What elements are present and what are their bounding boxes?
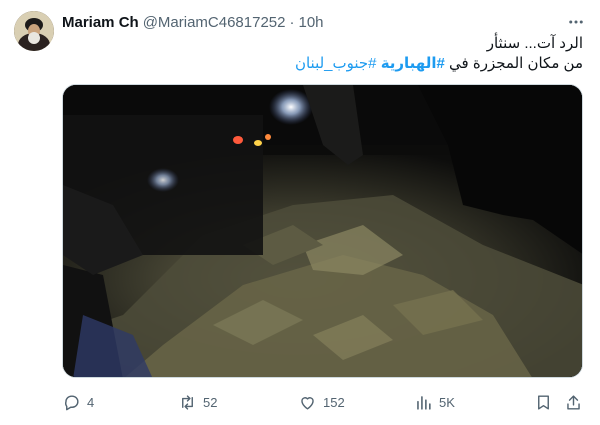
like-icon bbox=[301, 396, 314, 410]
reply-count: 4 bbox=[87, 394, 95, 410]
hashtag-link-2[interactable]: #جنوب_لبنان bbox=[295, 55, 377, 72]
timestamp[interactable]: 10h bbox=[299, 14, 324, 31]
separator-dot: · bbox=[289, 13, 295, 31]
views-button[interactable]: 5K bbox=[414, 390, 455, 414]
reply-icon bbox=[65, 394, 79, 410]
tweet-media-image[interactable] bbox=[62, 84, 583, 378]
hashtag-link-1[interactable]: #الهبارية bbox=[381, 55, 445, 72]
tweet-header: Mariam Ch @MariamC46817252 · 10h bbox=[62, 12, 324, 32]
like-count: 152 bbox=[323, 394, 345, 410]
tweet-text-line-2: من مكان المجزرة في #الهبارية #جنوب_لبنان bbox=[83, 54, 583, 74]
tweet-text-prefix: من مكان المجزرة في bbox=[444, 55, 583, 72]
retweet-icon bbox=[182, 394, 193, 410]
views-count: 5K bbox=[439, 394, 455, 410]
retweet-button[interactable]: 52 bbox=[178, 390, 217, 414]
like-button[interactable]: 152 bbox=[298, 390, 345, 414]
more-icon bbox=[569, 20, 583, 24]
avatar-portrait bbox=[14, 11, 54, 51]
display-name[interactable]: Mariam Ch bbox=[62, 14, 139, 31]
tweet-actions-bar: 4 52 152 5K bbox=[56, 390, 594, 414]
user-handle[interactable]: @MariamC46817252 bbox=[143, 14, 286, 31]
retweet-count: 52 bbox=[203, 394, 218, 410]
reply-button[interactable]: 4 bbox=[62, 390, 94, 414]
tweet-text: الرد آت... سنثأر من مكان المجزرة في #اله… bbox=[83, 34, 583, 74]
views-icon bbox=[417, 395, 431, 410]
share-icon bbox=[567, 394, 580, 410]
bookmark-icon bbox=[538, 394, 549, 410]
avatar[interactable] bbox=[14, 11, 54, 51]
share-button[interactable] bbox=[564, 390, 583, 414]
rubble-night-photo bbox=[63, 85, 582, 377]
tweet-text-line-1: الرد آت... سنثأر bbox=[486, 35, 583, 52]
tweet[interactable]: Mariam Ch @MariamC46817252 · 10h الرد آت… bbox=[0, 0, 600, 425]
bookmark-button[interactable] bbox=[534, 390, 553, 414]
more-button[interactable] bbox=[566, 12, 586, 32]
